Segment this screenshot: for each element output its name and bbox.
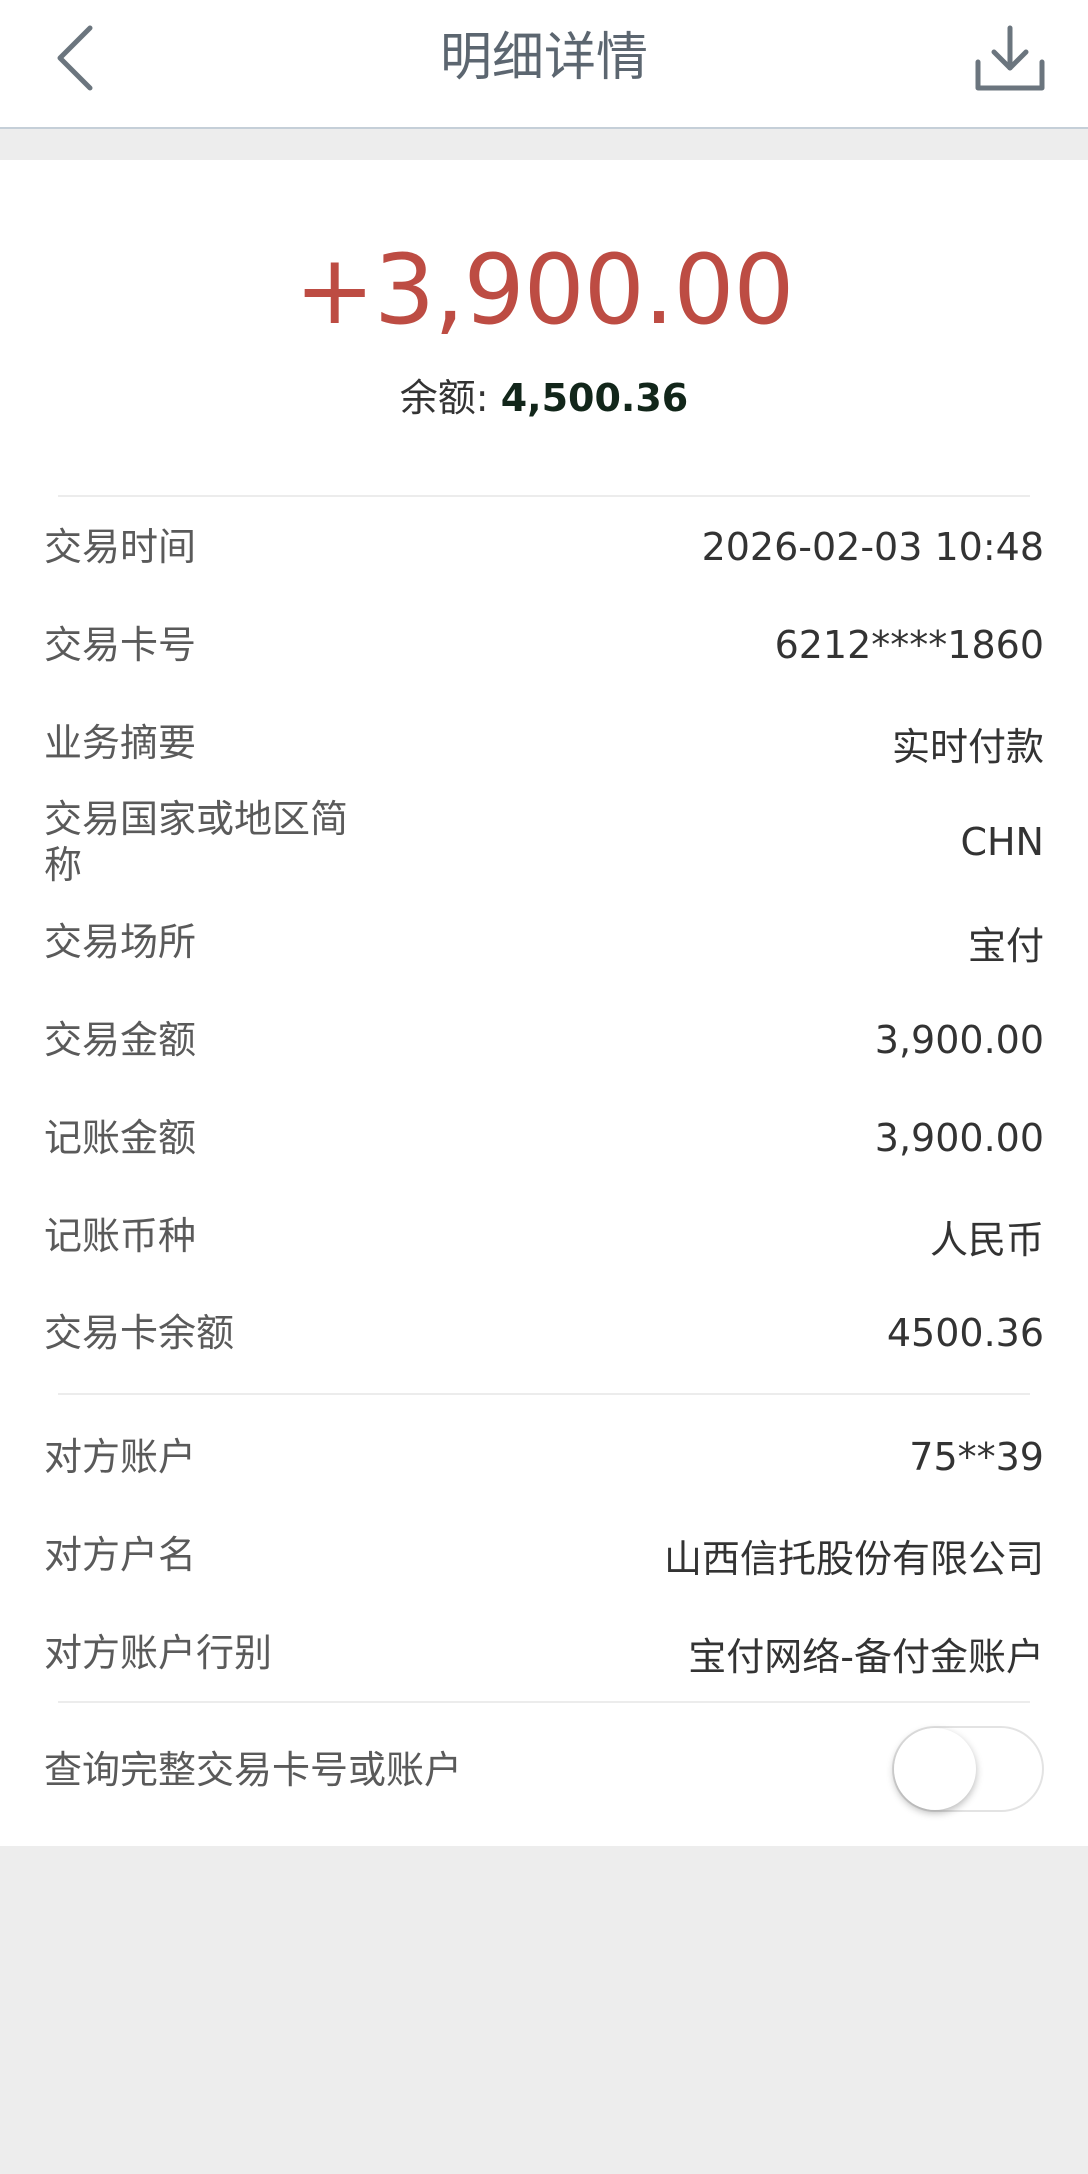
balance-value: 4,500.36 bbox=[500, 376, 689, 420]
counterparty-value: 山西信托股份有限公司 bbox=[663, 1536, 1044, 1581]
detail-label: 交易国家或地区简称 bbox=[44, 797, 349, 887]
download-button[interactable] bbox=[972, 22, 1048, 98]
detail-row-summary: 业务摘要 实时付款 bbox=[44, 694, 1044, 792]
detail-label: 交易场所 bbox=[44, 920, 197, 964]
detail-row-merchant: 交易场所 宝付 bbox=[44, 893, 1044, 991]
toggle-knob[interactable] bbox=[894, 1728, 976, 1810]
detail-value: 6212****1860 bbox=[774, 623, 1044, 667]
detail-label: 交易时间 bbox=[44, 525, 197, 569]
counterparty-value: 75**39 bbox=[909, 1435, 1044, 1479]
detail-value: 3,900.00 bbox=[874, 1116, 1044, 1160]
detail-value: 3,900.00 bbox=[874, 1018, 1044, 1062]
divider bbox=[58, 495, 1030, 497]
query-full-number-label: 查询完整交易卡号或账户 bbox=[44, 1748, 463, 1792]
detail-label: 交易金额 bbox=[44, 1018, 197, 1062]
counterparty-label: 对方账户行别 bbox=[44, 1631, 273, 1675]
detail-row-card-number: 交易卡号 6212****1860 bbox=[44, 596, 1044, 694]
transaction-amount: +3,900.00 bbox=[294, 234, 795, 346]
detail-label: 交易卡号 bbox=[44, 623, 197, 667]
counterparty-row-account: 对方账户 75**39 bbox=[44, 1408, 1044, 1506]
detail-row-posted-amount: 记账金额 3,900.00 bbox=[44, 1089, 1044, 1187]
counterparty-label: 对方账户 bbox=[44, 1435, 197, 1479]
detail-row-time: 交易时间 2026-02-03 10:48 bbox=[44, 498, 1044, 596]
detail-value: 2026-02-03 10:48 bbox=[701, 525, 1044, 569]
detail-label: 业务摘要 bbox=[44, 721, 197, 765]
detail-label: 交易卡余额 bbox=[44, 1311, 235, 1355]
detail-row-currency: 记账币种 人民币 bbox=[44, 1187, 1044, 1285]
detail-row-card-balance: 交易卡余额 4500.36 bbox=[44, 1284, 1044, 1382]
page-title: 明细详情 bbox=[439, 28, 648, 88]
divider bbox=[58, 1393, 1030, 1395]
detail-label: 记账币种 bbox=[44, 1214, 197, 1258]
detail-value: 人民币 bbox=[929, 1217, 1044, 1262]
detail-value: 宝付 bbox=[967, 923, 1044, 968]
counterparty-row-bank: 对方账户行别 宝付网络-备付金账户 bbox=[44, 1604, 1044, 1702]
nav-bar: 明细详情 bbox=[0, 0, 1088, 129]
counterparty-value: 宝付网络-备付金账户 bbox=[688, 1634, 1044, 1679]
transaction-detail-card: +3,900.00 余额: 4,500.36 交易时间 2026-02-03 1… bbox=[0, 160, 1088, 1846]
counterparty-row-name: 对方户名 山西信托股份有限公司 bbox=[44, 1506, 1044, 1604]
balance-label: 余额: bbox=[399, 376, 501, 420]
detail-row-country: 交易国家或地区简称 CHN bbox=[44, 793, 1044, 891]
balance-line: 余额: 4,500.36 bbox=[0, 370, 1088, 426]
detail-row-transaction-amount: 交易金额 3,900.00 bbox=[44, 991, 1044, 1089]
counterparty-label: 对方户名 bbox=[44, 1533, 197, 1577]
download-icon bbox=[975, 25, 1045, 91]
detail-value: CHN bbox=[960, 820, 1044, 864]
detail-label: 记账金额 bbox=[44, 1116, 197, 1160]
query-full-number-toggle[interactable] bbox=[892, 1726, 1044, 1812]
detail-value: 4500.36 bbox=[886, 1311, 1044, 1355]
detail-value: 实时付款 bbox=[891, 724, 1044, 769]
divider bbox=[58, 1701, 1030, 1703]
